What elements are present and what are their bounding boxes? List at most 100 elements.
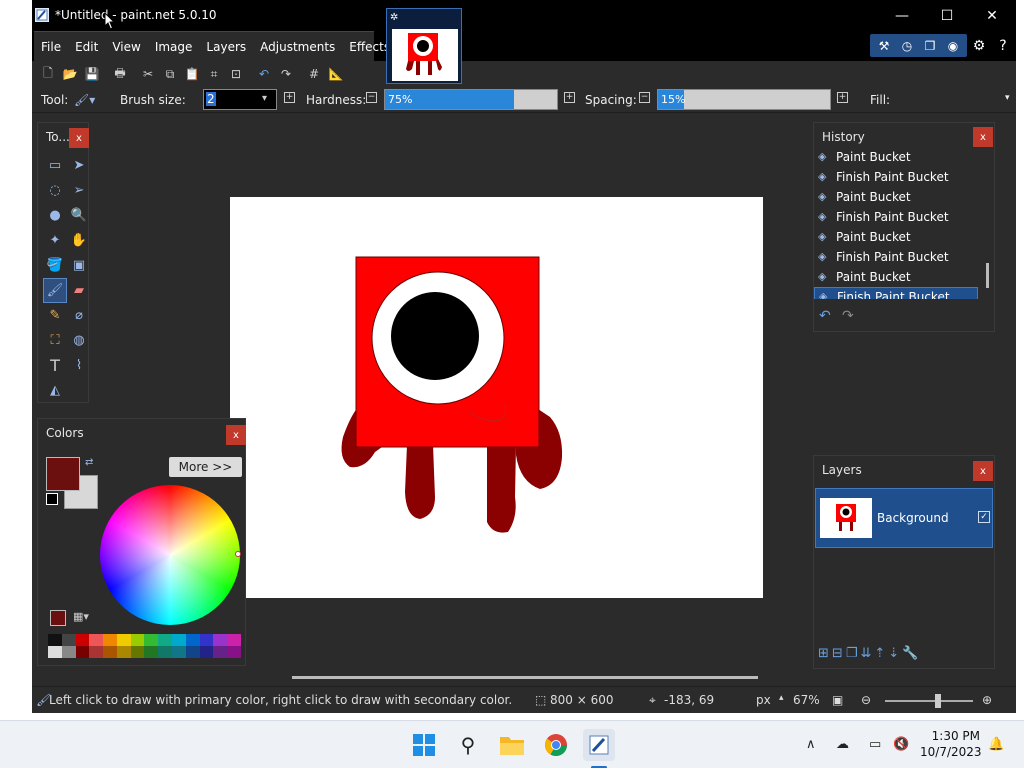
- settings-gear-icon[interactable]: ⚙: [968, 35, 990, 57]
- taskbar-date[interactable]: 10/7/2023: [920, 745, 982, 759]
- redo-icon[interactable]: ↷: [275, 63, 297, 85]
- add-layer-icon[interactable]: ⊞: [818, 646, 829, 661]
- history-item[interactable]: ◈ Paint Bucket: [814, 187, 978, 207]
- horizontal-scrollbar-thumb[interactable]: [292, 676, 758, 679]
- palette-swatch[interactable]: [213, 634, 228, 646]
- volume-muted-icon[interactable]: 🔇: [893, 737, 909, 752]
- merge-layer-icon[interactable]: ⇊: [860, 646, 871, 661]
- history-scrollbar-thumb[interactable]: [986, 263, 989, 288]
- palette-swatch[interactable]: [144, 634, 159, 646]
- undo-icon[interactable]: ↶: [253, 63, 275, 85]
- layer-visibility-checkbox[interactable]: ✓: [978, 511, 990, 523]
- move-layer-up-icon[interactable]: ⇡: [874, 646, 885, 661]
- options-overflow-icon[interactable]: ▾: [1005, 93, 1010, 103]
- tools-panel-close-button[interactable]: x: [69, 128, 89, 148]
- recolor-icon[interactable]: ◍: [67, 328, 91, 353]
- menu-layers[interactable]: Layers: [199, 40, 253, 54]
- open-file-icon[interactable]: 📂: [59, 63, 81, 85]
- line-curve-icon[interactable]: ⌇: [67, 353, 91, 378]
- move-selection-icon[interactable]: ➢: [67, 178, 91, 203]
- palette-swatch[interactable]: [116, 634, 131, 646]
- palette-swatch[interactable]: [199, 646, 214, 658]
- zoom-fit-icon[interactable]: ▣: [832, 693, 843, 707]
- layers-panel-close-button[interactable]: x: [973, 461, 993, 481]
- color-wheel-handle[interactable]: [235, 551, 241, 557]
- history-item[interactable]: ◈ Finish Paint Bucket: [814, 207, 978, 227]
- history-item[interactable]: ◈ Paint Bucket: [814, 227, 978, 247]
- cloud-sync-icon[interactable]: ☁: [836, 737, 849, 752]
- palette-swatch[interactable]: [61, 634, 76, 646]
- undo-icon[interactable]: ↶: [819, 308, 831, 324]
- palette-swatch[interactable]: [227, 634, 241, 646]
- pencil-icon[interactable]: ✎: [43, 303, 67, 328]
- palette-swatch[interactable]: [130, 634, 145, 646]
- palette-swatch[interactable]: [185, 646, 200, 658]
- brush-size-increase-button[interactable]: +: [284, 92, 295, 103]
- chevron-up-icon[interactable]: ▴: [779, 693, 784, 703]
- close-window-button[interactable]: ✕: [969, 0, 1015, 31]
- crop-icon[interactable]: ⌗: [203, 63, 225, 85]
- spacing-slider[interactable]: 15%: [657, 89, 831, 110]
- menu-file[interactable]: File: [34, 40, 68, 54]
- delete-layer-icon[interactable]: ⊟: [832, 646, 843, 661]
- history-item[interactable]: ◈ Paint Bucket: [814, 267, 978, 287]
- zoom-level[interactable]: 67%: [793, 693, 820, 707]
- search-icon[interactable]: ⚲: [452, 729, 484, 761]
- menu-view[interactable]: View: [105, 40, 147, 54]
- file-explorer-icon[interactable]: [496, 729, 528, 761]
- palette-menu-icon[interactable]: ▦▾: [73, 610, 89, 623]
- paint-bucket-icon[interactable]: 🪣: [43, 253, 67, 278]
- brush-size-input[interactable]: 2 ▾: [203, 89, 277, 110]
- chrome-icon[interactable]: [540, 729, 572, 761]
- palette-swatch[interactable]: [89, 634, 104, 646]
- palette-swatch[interactable]: [48, 646, 62, 658]
- hardness-slider[interactable]: 75%: [384, 89, 558, 110]
- palette-swatch[interactable]: [172, 634, 186, 646]
- zoom-slider-thumb[interactable]: [935, 694, 942, 708]
- palette-swatch[interactable]: [103, 646, 117, 658]
- magic-wand-icon[interactable]: ✦: [43, 228, 67, 253]
- image-tab-thumbnail[interactable]: ✲: [386, 8, 462, 84]
- paste-icon[interactable]: 📋: [181, 63, 203, 85]
- notification-bell-icon[interactable]: 🔔: [988, 737, 1004, 752]
- more-colors-button[interactable]: More >>: [169, 457, 242, 477]
- palette-swatch[interactable]: [158, 634, 173, 646]
- reset-colors-icon[interactable]: [46, 493, 58, 505]
- menu-image[interactable]: Image: [148, 40, 200, 54]
- maximize-button[interactable]: ☐: [924, 0, 970, 31]
- new-file-icon[interactable]: 🗋: [37, 63, 59, 85]
- history-item-selected[interactable]: ◈ Finish Paint Bucket: [814, 287, 978, 299]
- help-icon[interactable]: ?: [992, 35, 1014, 57]
- palette-swatch[interactable]: [116, 646, 131, 658]
- minimize-button[interactable]: —: [879, 0, 925, 31]
- title-bar[interactable]: *Untitled - paint.net 5.0.10 — ☐ ✕: [32, 0, 1016, 31]
- palette-swatch[interactable]: [227, 646, 241, 658]
- zoom-slider[interactable]: [885, 700, 973, 702]
- spacing-increase-button[interactable]: +: [837, 92, 848, 103]
- move-selected-icon[interactable]: ➤: [67, 153, 91, 178]
- eraser-icon[interactable]: ▰: [67, 278, 91, 303]
- menu-adjustments[interactable]: Adjustments: [253, 40, 342, 54]
- layers-window-icon[interactable]: ❐: [919, 35, 941, 56]
- hardness-increase-button[interactable]: +: [564, 92, 575, 103]
- cut-icon[interactable]: ✂: [137, 63, 159, 85]
- swap-colors-icon[interactable]: ⇄: [85, 457, 93, 468]
- redo-icon[interactable]: ↷: [842, 308, 854, 324]
- paintbrush-icon[interactable]: 🖌: [43, 278, 67, 303]
- display-icon[interactable]: ▭: [869, 737, 881, 752]
- palette-swatch[interactable]: [185, 634, 200, 646]
- zoom-out-icon[interactable]: ⊖: [861, 693, 871, 707]
- grid-icon[interactable]: #: [303, 63, 325, 85]
- color-picker-icon[interactable]: ⌀: [67, 303, 91, 328]
- print-icon[interactable]: 🖶: [109, 63, 131, 85]
- palette-swatch[interactable]: [144, 646, 159, 658]
- palette-swatch[interactable]: [199, 634, 214, 646]
- lasso-select-icon[interactable]: ◌: [43, 178, 67, 203]
- palette-swatch[interactable]: [75, 634, 90, 646]
- hardness-decrease-button[interactable]: −: [366, 92, 377, 103]
- ellipse-select-icon[interactable]: ●: [43, 203, 67, 228]
- tools-window-icon[interactable]: ⚒: [873, 35, 895, 56]
- shapes-icon[interactable]: ◭: [43, 378, 67, 403]
- palette-swatch[interactable]: [213, 646, 228, 658]
- primary-color-swatch[interactable]: [46, 457, 80, 491]
